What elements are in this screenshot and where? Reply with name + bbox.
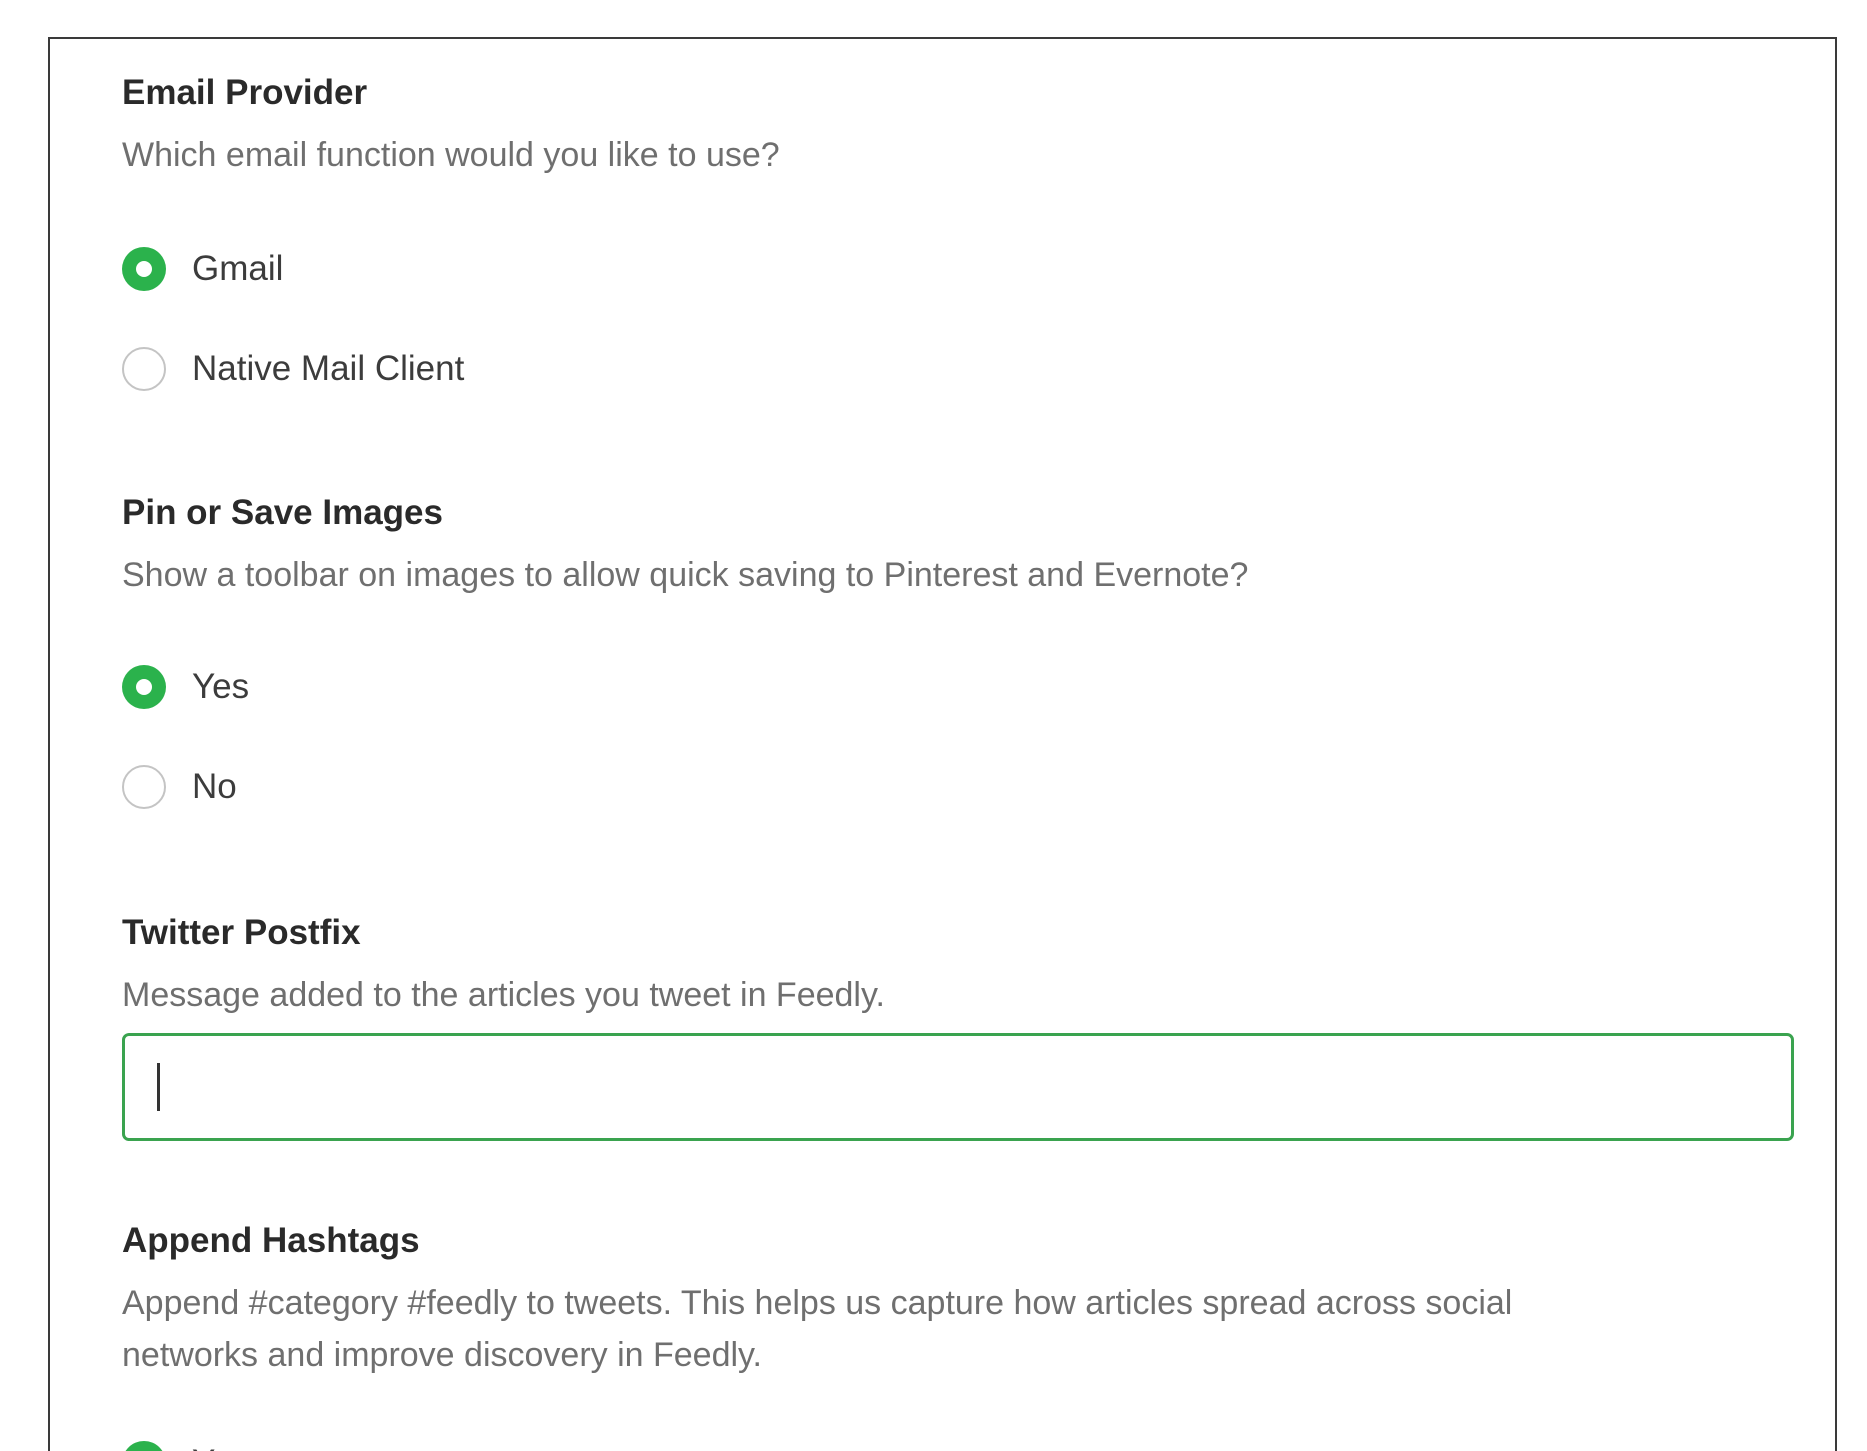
radio-option-pin-yes[interactable]: Yes xyxy=(122,657,249,717)
pin-save-images-heading: Pin or Save Images xyxy=(122,493,443,532)
twitter-postfix-description: Message added to the articles you tweet … xyxy=(122,976,885,1014)
email-provider-heading: Email Provider xyxy=(122,73,368,112)
settings-panel: Email Provider Which email function woul… xyxy=(48,37,1837,1451)
radio-unselected-icon[interactable] xyxy=(122,347,166,391)
radio-option-native-mail-client[interactable]: Native Mail Client xyxy=(122,339,464,399)
radio-label-pin-yes[interactable]: Yes xyxy=(192,665,249,709)
radio-label-gmail[interactable]: Gmail xyxy=(192,247,283,291)
radio-selected-icon[interactable] xyxy=(122,247,166,291)
twitter-postfix-input[interactable] xyxy=(122,1033,1794,1141)
radio-selected-icon[interactable] xyxy=(122,665,166,709)
twitter-postfix-section: Twitter Postfix Message added to the art… xyxy=(122,911,1802,1141)
append-hashtags-description-line1: Append #category #feedly to tweets. This… xyxy=(122,1284,1513,1322)
append-hashtags-description: Append #category #feedly to tweets. This… xyxy=(122,1277,1802,1381)
append-hashtags-section: Append Hashtags Append #category #feedly… xyxy=(122,1219,1802,1451)
email-provider-section: Email Provider Which email function woul… xyxy=(122,71,1802,391)
append-hashtags-heading: Append Hashtags xyxy=(122,1221,420,1260)
radio-label-native-mail-client[interactable]: Native Mail Client xyxy=(192,347,464,391)
radio-label-pin-no[interactable]: No xyxy=(192,765,237,809)
email-provider-description: Which email function would you like to u… xyxy=(122,136,780,174)
radio-selected-icon[interactable] xyxy=(122,1441,166,1451)
radio-label-hashtags-yes[interactable]: Yes xyxy=(192,1441,249,1451)
radio-option-gmail[interactable]: Gmail xyxy=(122,239,283,299)
pin-save-images-section: Pin or Save Images Show a toolbar on ima… xyxy=(122,491,1802,809)
radio-unselected-icon[interactable] xyxy=(122,765,166,809)
text-cursor xyxy=(157,1063,160,1111)
radio-option-pin-no[interactable]: No xyxy=(122,757,237,817)
twitter-postfix-heading: Twitter Postfix xyxy=(122,913,361,952)
radio-option-hashtags-yes[interactable]: Yes xyxy=(122,1433,249,1451)
append-hashtags-description-line2: networks and improve discovery in Feedly… xyxy=(122,1336,762,1374)
twitter-postfix-input-wrapper xyxy=(122,1033,1794,1141)
pin-save-images-description: Show a toolbar on images to allow quick … xyxy=(122,556,1249,594)
